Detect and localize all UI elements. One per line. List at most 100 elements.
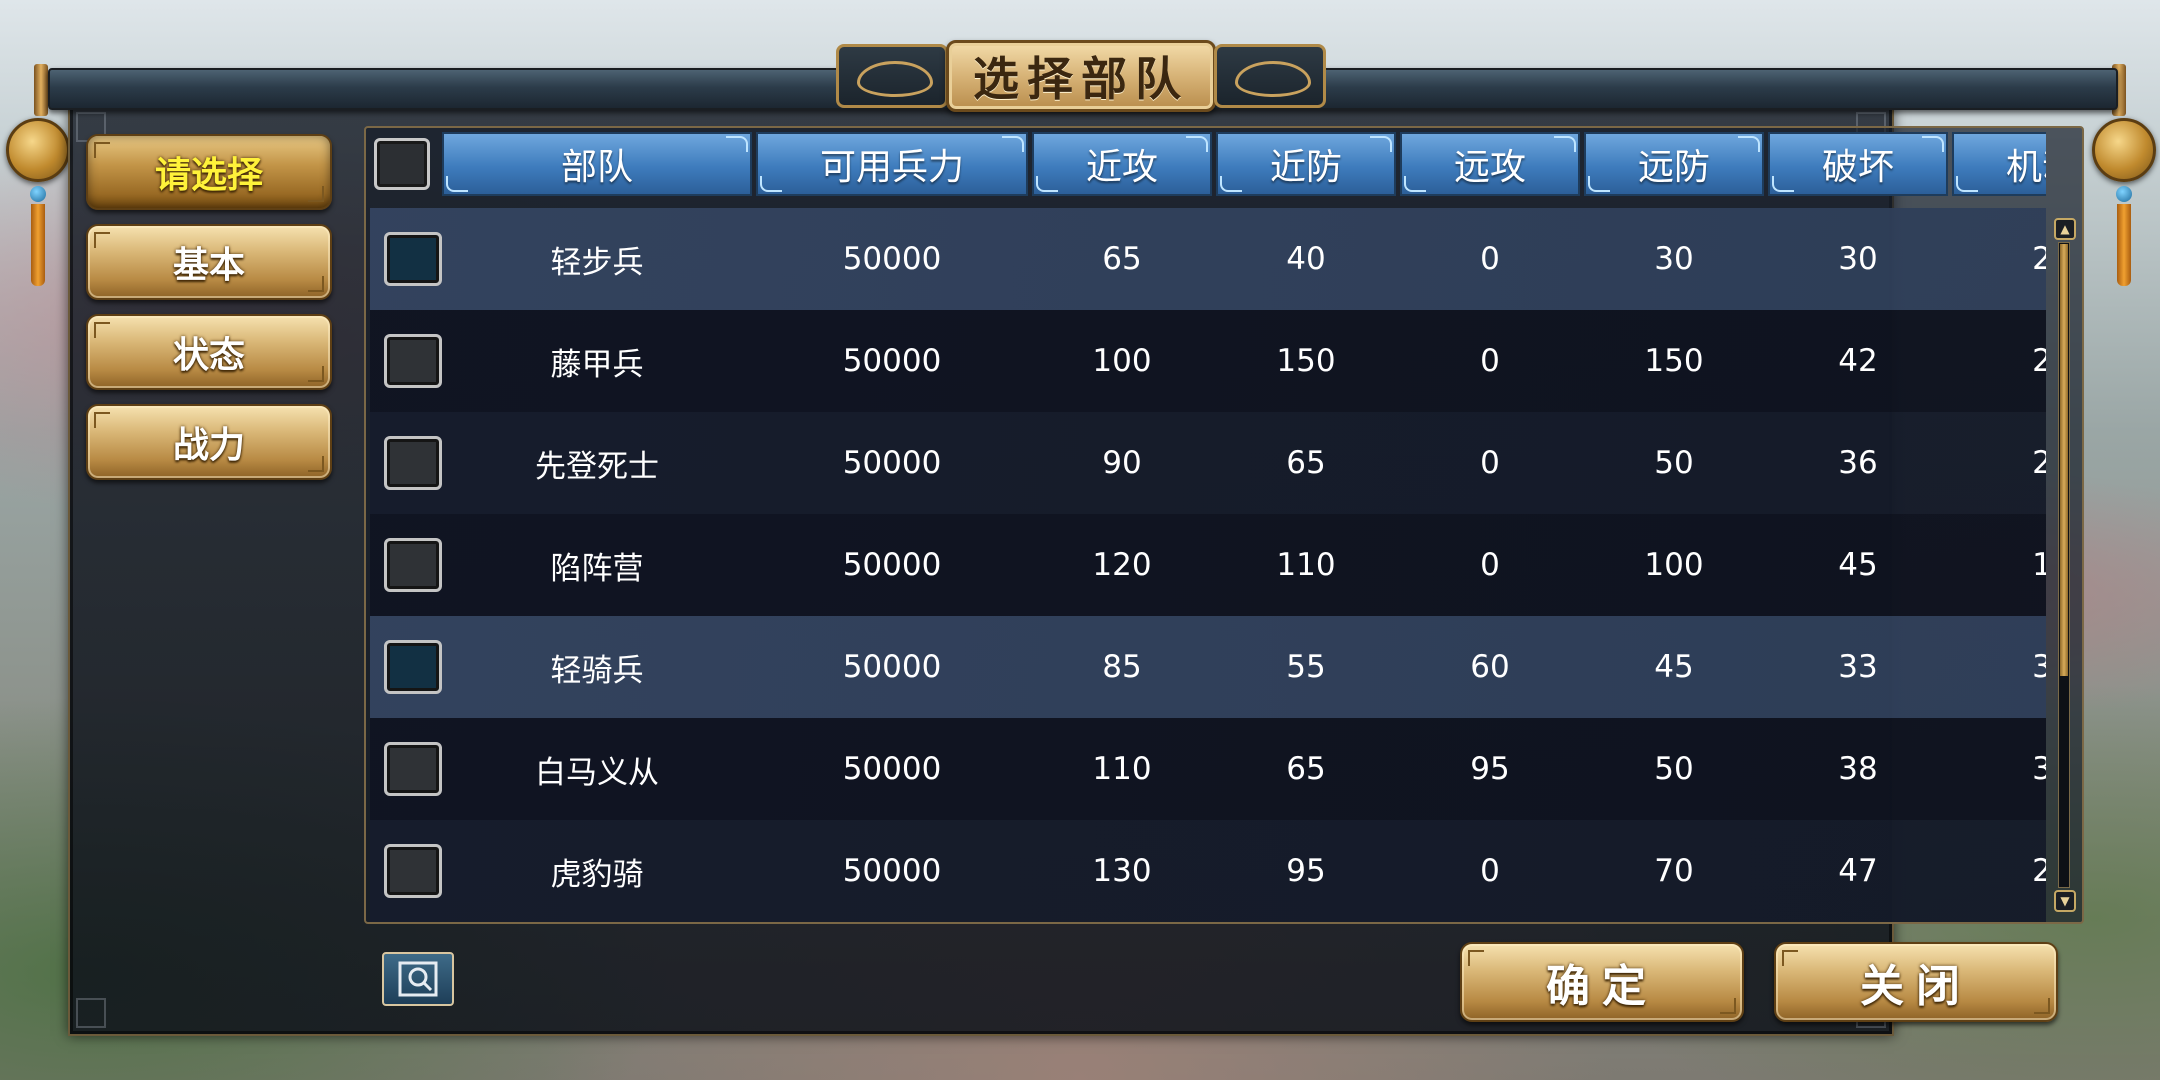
cell-ranged-defense: 50 <box>1654 751 1694 787</box>
search-button[interactable] <box>382 952 454 1006</box>
cell-ranged-attack: 0 <box>1480 445 1500 481</box>
cell-melee-attack: 90 <box>1102 445 1142 481</box>
tassel-right-ornament <box>2092 118 2156 288</box>
cell-troops: 50000 <box>842 445 942 481</box>
table-header: 部队 可用兵力 近攻 近防 远攻 远防 破坏 机动 <box>366 128 2046 198</box>
table-row[interactable]: 白马义从 50000 110 65 95 50 38 3 <box>370 718 2046 820</box>
column-header-ranged-defense[interactable]: 远防 <box>1584 132 1764 196</box>
cell-melee-defense: 95 <box>1286 853 1326 889</box>
cell-melee-defense: 150 <box>1276 343 1336 379</box>
cloud-ornament-left <box>836 44 948 108</box>
cell-melee-attack: 85 <box>1102 649 1142 685</box>
table-row[interactable]: 陷阵营 50000 120 110 0 100 45 1 <box>370 514 2046 616</box>
table-scrollbar[interactable]: ▲ ▼ <box>2054 218 2076 912</box>
cell-unit-name: 陷阵营 <box>550 550 644 587</box>
cell-melee-defense: 110 <box>1276 547 1336 583</box>
menu-select-button[interactable]: 请选择 <box>86 134 332 210</box>
column-header-mobility[interactable]: 机动 <box>1952 132 2046 196</box>
menu-status-label: 状态 <box>172 335 245 376</box>
column-header-ranged-attack[interactable]: 远攻 <box>1400 132 1580 196</box>
cell-ranged-defense: 150 <box>1644 343 1704 379</box>
cell-ranged-attack: 0 <box>1480 547 1500 583</box>
column-header-unit[interactable]: 部队 <box>442 132 752 196</box>
column-header-destroy[interactable]: 破坏 <box>1768 132 1948 196</box>
cell-ranged-defense: 100 <box>1644 547 1704 583</box>
cell-troops: 50000 <box>842 241 942 277</box>
row-checkbox[interactable] <box>384 232 442 286</box>
cell-ranged-defense: 30 <box>1654 241 1694 277</box>
menu-basic-button[interactable]: 基本 <box>86 224 332 300</box>
cell-melee-attack: 110 <box>1092 751 1152 787</box>
menu-combat-button[interactable]: 战力 <box>86 404 332 480</box>
column-header-melee-defense[interactable]: 近防 <box>1216 132 1396 196</box>
cell-destroy: 36 <box>1838 445 1878 481</box>
cell-ranged-attack: 0 <box>1480 853 1500 889</box>
cell-ranged-attack: 0 <box>1480 241 1500 277</box>
cell-ranged-defense: 50 <box>1654 445 1694 481</box>
cell-destroy: 33 <box>1838 649 1878 685</box>
menu-combat-label: 战力 <box>172 425 245 466</box>
cell-unit-name: 虎豹骑 <box>550 856 644 893</box>
cell-destroy: 47 <box>1838 853 1878 889</box>
table-body: 轻步兵500006540030302藤甲兵500001001500150422先… <box>370 208 2046 922</box>
cell-mobility: 2 <box>1952 412 2046 514</box>
cell-mobility: 3 <box>1952 718 2046 820</box>
confirm-label: 确定 <box>1546 961 1658 1012</box>
chevron-up-icon[interactable]: ▲ <box>2054 218 2076 240</box>
cell-mobility: 3 <box>1952 616 2046 718</box>
row-checkbox[interactable] <box>384 436 442 490</box>
table-row[interactable]: 虎豹骑 50000 130 95 0 70 47 2 <box>370 820 2046 922</box>
title-plaque: 选择部队 <box>836 38 1326 114</box>
table-row[interactable]: 先登死士 50000 90 65 0 50 36 2 <box>370 412 2046 514</box>
table-row[interactable]: 藤甲兵 50000 100 150 0 150 42 2 <box>370 310 2046 412</box>
tassel-left-ornament <box>6 118 70 288</box>
cell-troops: 50000 <box>842 547 942 583</box>
cell-unit-name: 轻骑兵 <box>550 652 644 689</box>
menu-basic-label: 基本 <box>172 245 245 286</box>
cell-melee-attack: 65 <box>1102 241 1142 277</box>
rod-end-left <box>34 64 48 116</box>
column-header-troops[interactable]: 可用兵力 <box>756 132 1028 196</box>
cell-ranged-defense: 70 <box>1654 853 1694 889</box>
cell-unit-name: 藤甲兵 <box>550 346 644 383</box>
cell-mobility: 2 <box>1952 208 2046 310</box>
close-label: 关闭 <box>1860 961 1972 1012</box>
row-checkbox[interactable] <box>384 538 442 592</box>
cell-destroy: 45 <box>1838 547 1878 583</box>
cell-mobility: 1 <box>1952 514 2046 616</box>
cell-troops: 50000 <box>842 853 942 889</box>
cell-destroy: 30 <box>1838 241 1878 277</box>
row-checkbox[interactable] <box>384 334 442 388</box>
cloud-ornament-right <box>1214 44 1326 108</box>
row-checkbox[interactable] <box>384 844 442 898</box>
menu-status-button[interactable]: 状态 <box>86 314 332 390</box>
column-header-melee-attack[interactable]: 近攻 <box>1032 132 1212 196</box>
scroll-track[interactable] <box>2058 242 2070 888</box>
cell-ranged-attack: 60 <box>1470 649 1510 685</box>
cell-troops: 50000 <box>842 751 942 787</box>
cell-melee-defense: 65 <box>1286 751 1326 787</box>
cell-melee-attack: 100 <box>1092 343 1152 379</box>
cell-destroy: 42 <box>1838 343 1878 379</box>
row-checkbox[interactable] <box>384 742 442 796</box>
cell-troops: 50000 <box>842 649 942 685</box>
cell-destroy: 38 <box>1838 751 1878 787</box>
row-checkbox[interactable] <box>384 640 442 694</box>
menu-select-label: 请选择 <box>154 155 263 196</box>
table-row[interactable]: 轻骑兵5000085556045333 <box>370 616 2046 718</box>
scroll-thumb[interactable] <box>2060 244 2068 676</box>
cell-mobility: 2 <box>1952 310 2046 412</box>
cell-melee-defense: 55 <box>1286 649 1326 685</box>
cell-ranged-attack: 95 <box>1470 751 1510 787</box>
select-all-checkbox[interactable] <box>374 138 430 190</box>
cell-unit-name: 轻步兵 <box>550 244 644 281</box>
cell-unit-name: 先登死士 <box>535 448 659 485</box>
cell-melee-defense: 40 <box>1286 241 1326 277</box>
table-row[interactable]: 轻步兵 50000 65 40 0 30 30 2 <box>370 208 2046 310</box>
close-button[interactable]: 关闭 <box>1774 942 2058 1022</box>
cell-melee-attack: 130 <box>1092 853 1152 889</box>
confirm-button[interactable]: 确定 <box>1460 942 1744 1022</box>
chevron-down-icon[interactable]: ▼ <box>2054 890 2076 912</box>
cell-mobility: 2 <box>1952 820 2046 922</box>
dialog-title: 选择部队 <box>973 52 1189 106</box>
